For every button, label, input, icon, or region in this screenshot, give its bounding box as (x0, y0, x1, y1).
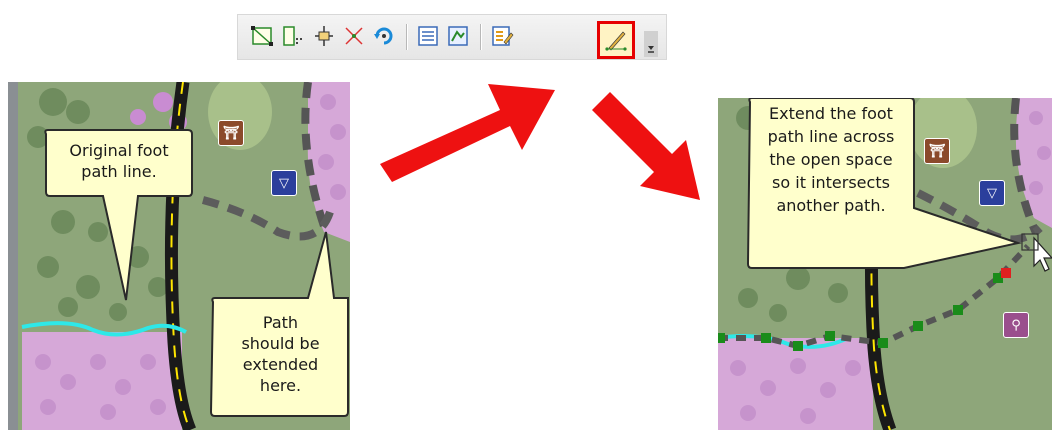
callout-line: Extend the foot (769, 104, 893, 123)
callout-extend-here: Path should be extended here. (213, 312, 348, 396)
callout-line: so it intersects (772, 173, 890, 192)
reshape-tool-icon[interactable] (278, 22, 306, 50)
callout-line: path line across (767, 127, 895, 146)
callout-line: should be (241, 334, 320, 353)
toolbar-separator (406, 24, 408, 50)
callout-extend-instruction: Extend the foot path line across the ope… (748, 102, 914, 217)
shelter-icon: ⛩ (218, 120, 244, 146)
sketch-properties-icon[interactable] (444, 22, 472, 50)
callout-line: another path. (776, 196, 886, 215)
intersection-tool-icon[interactable] (340, 22, 368, 50)
callout-original-path: Original foot path line. (48, 140, 190, 182)
callout-line: Original foot (69, 141, 169, 160)
callout-line: extended (242, 355, 319, 374)
right-map-panel: ⛩ ▽ ⚲ Extend the foot path line across t… (718, 98, 1052, 430)
callout-line: the open space (769, 150, 893, 169)
shelter-icon: ⛩ (924, 138, 950, 164)
arrow-to-result (592, 92, 700, 200)
trash-bin-icon: ▽ (271, 170, 297, 196)
edit-tool-pencil-icon[interactable] (602, 26, 630, 54)
rotate-tool-icon[interactable] (370, 22, 398, 50)
callout-line: path line. (81, 162, 157, 181)
callout-line: here. (259, 376, 302, 395)
callout-line: Path (262, 313, 299, 332)
toolbar-overflow-button[interactable] (644, 31, 658, 57)
split-tool-icon[interactable] (310, 22, 338, 50)
vertices-tool-icon[interactable] (248, 22, 276, 50)
restroom-icon: ⚲ (1003, 312, 1029, 338)
arrow-to-toolbar (380, 84, 555, 182)
create-features-icon[interactable] (488, 22, 516, 50)
editor-toolbar (237, 14, 667, 60)
attributes-icon[interactable] (414, 22, 442, 50)
left-map-panel: ⛩ ▽ Original foot path line. Path should… (8, 82, 350, 430)
trash-bin-icon: ▽ (979, 180, 1005, 206)
toolbar-separator (480, 24, 482, 50)
